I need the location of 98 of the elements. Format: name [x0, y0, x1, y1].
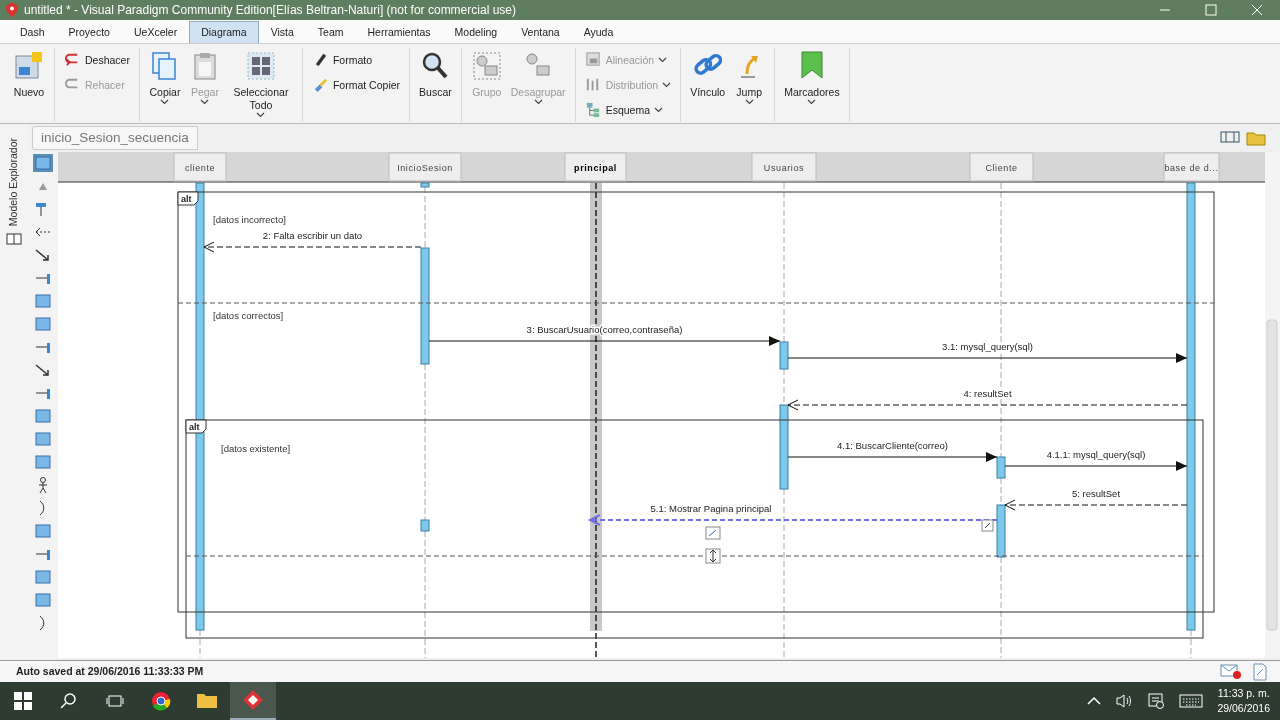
ribbon-button[interactable]: Copiar [145, 48, 184, 122]
fragment-operator: alt [185, 419, 207, 434]
lifeline-name: InicioSesion [397, 163, 453, 173]
caret-icon [200, 99, 210, 105]
box-icon[interactable] [33, 453, 53, 471]
activation-bar[interactable] [420, 182, 430, 188]
box-icon[interactable] [33, 522, 53, 540]
lifeline[interactable] [595, 182, 597, 658]
menu-tab[interactable]: Proyecto [56, 21, 122, 43]
menu-tab[interactable]: Dash [8, 21, 57, 43]
message-arrow[interactable] [1004, 461, 1188, 471]
message-arrow[interactable] [787, 452, 998, 462]
box-icon[interactable] [33, 430, 53, 448]
activation-bar[interactable] [779, 404, 789, 490]
new-diagram-icon [13, 50, 45, 82]
activation-bar[interactable] [779, 341, 789, 370]
ribbon-button[interactable]: Deshacer [61, 48, 133, 71]
message-label: 5.1: Mostrar Pagina principal [650, 503, 772, 514]
caret-icon [744, 99, 754, 105]
chevron-up-icon[interactable] [1087, 696, 1102, 706]
speaker-icon[interactable] [1115, 693, 1134, 709]
activation-bar[interactable] [420, 519, 430, 532]
scrollbar-thumb[interactable] [1266, 319, 1278, 631]
side-panel-label[interactable]: Modelo Explorador [6, 138, 22, 227]
ribbon-button[interactable]: Format Copier [308, 73, 404, 96]
box-icon[interactable] [33, 315, 53, 333]
ribbon-button[interactable]: Formato [308, 48, 404, 71]
menu-tab[interactable]: Vista [258, 21, 306, 43]
resize-handle-icon[interactable] [705, 548, 721, 564]
ribbon-button[interactable]: Esquema [581, 98, 675, 121]
window-title: untitled * - Visual Paradigm Community Edition[Elías Beltran-Naturi] (not for commercial use) [24, 2, 516, 19]
guard-condition: [datos existente] [221, 443, 291, 454]
menu-tab[interactable]: Team [305, 21, 356, 43]
caret-icon [654, 106, 663, 113]
menu-tab[interactable]: Herramientas [355, 21, 443, 43]
layout-icon[interactable] [1220, 130, 1240, 144]
status-text: Auto saved at 29/06/2016 11:33:33 PM [16, 663, 204, 679]
book-icon[interactable] [6, 232, 22, 247]
guard-condition: [datos correctos] [213, 310, 284, 321]
windows-icon [14, 692, 32, 710]
ribbon-button[interactable]: Marcadores [781, 48, 843, 122]
group-icon [470, 50, 503, 82]
box-icon[interactable] [33, 591, 53, 609]
message-label: 4.1: BuscarCliente(correo) [837, 440, 948, 451]
tree-icon [584, 101, 602, 118]
caret-icon [807, 99, 817, 105]
keyboard-icon[interactable] [1179, 694, 1204, 708]
browser-icon [149, 689, 173, 713]
clock-date[interactable]: 29/06/2016 [1217, 701, 1270, 716]
lifeline-name: principal [574, 163, 617, 173]
message-label: 4: resultSet [963, 388, 1012, 399]
lifeline[interactable] [1000, 182, 1002, 658]
guard-condition: [datos incorrecto] [213, 214, 286, 225]
menu-tab[interactable]: Diagrama [189, 21, 259, 43]
message-label: 2: Falta escribir un dato [262, 230, 363, 241]
task-view-icon [106, 693, 124, 709]
lifeline-name: Usuarios [763, 163, 805, 173]
app-icon [6, 3, 18, 17]
caret-icon [658, 56, 668, 63]
ribbon-button[interactable]: Jump [730, 48, 769, 122]
folder-icon[interactable] [1246, 130, 1266, 146]
mail-icon[interactable] [1220, 662, 1242, 679]
box-icon[interactable] [33, 292, 53, 310]
lifeline-name: Cliente [985, 163, 1018, 173]
caret-icon [662, 81, 672, 88]
align-icon [584, 51, 602, 68]
message-label: 5: resultSet [1071, 488, 1121, 499]
lifeline-header[interactable] [564, 152, 627, 182]
box-icon[interactable] [33, 568, 53, 586]
fragment-operator: alt [177, 191, 199, 206]
grid-icon [244, 50, 277, 82]
menu-tab[interactable]: Modeling [442, 21, 510, 43]
diagram-tab[interactable]: inicio_Sesion_secuencia [32, 125, 198, 151]
caret-icon [533, 99, 543, 105]
box-icon[interactable] [33, 154, 53, 172]
message-label: 3.1: mysql_query(sql) [942, 341, 1033, 352]
menu-tab[interactable]: UeXceler [121, 21, 190, 43]
lifeline-name: cliente [184, 163, 216, 173]
resize-handle-icon[interactable] [981, 519, 994, 532]
menu-tab[interactable]: Ayuda [571, 21, 626, 43]
message-label: 4.1.1: mysql_query(sql) [1046, 449, 1146, 460]
search-icon [60, 692, 78, 710]
caret-icon [256, 112, 266, 118]
lifeline-name: base de d... [1164, 163, 1219, 173]
resize-handle-icon[interactable] [705, 526, 721, 540]
ribbon-button[interactable]: Seleccionar Todo [225, 48, 296, 122]
box-icon[interactable] [33, 407, 53, 425]
app-icon [241, 688, 265, 712]
ribbon-button[interactable]: Vínculo [687, 48, 729, 122]
clock-time[interactable]: 11:33 p. m. [1217, 686, 1270, 701]
ribbon-button[interactable]: Nuevo [10, 48, 48, 122]
activation-bar[interactable] [996, 456, 1006, 479]
ribbon-button[interactable]: Buscar [416, 48, 455, 122]
caret-icon [160, 99, 170, 105]
document-icon[interactable] [1252, 662, 1268, 681]
taskbar-app[interactable] [230, 682, 276, 720]
menu-tab[interactable]: Ventana [509, 21, 572, 43]
notification-icon[interactable] [1147, 692, 1166, 710]
